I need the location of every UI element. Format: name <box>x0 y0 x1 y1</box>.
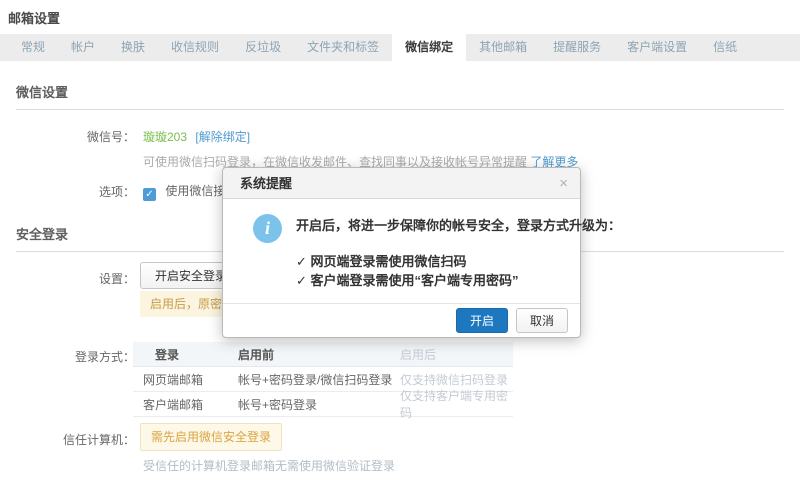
tab-reminder-service[interactable]: 提醒服务 <box>540 34 614 61</box>
tab-folders-labels[interactable]: 文件夹和标签 <box>294 34 392 61</box>
login-table-cell: 仅支持客户端专用密码 <box>400 387 513 421</box>
login-methods-table: 登录 启用前 启用后 网页端邮箱 帐号+密码登录/微信扫码登录 仅支持微信扫码登… <box>133 342 513 417</box>
tab-client-settings[interactable]: 客户端设置 <box>614 34 700 61</box>
settings-label: 设置： <box>0 270 135 287</box>
dialog-list-item: ✓ 网页端登录需使用微信扫码 <box>296 251 467 270</box>
trusted-computer-note: 受信任的计算机登录邮箱无需使用微信验证登录 <box>143 457 395 474</box>
options-label: 选项： <box>0 183 135 200</box>
login-table-cell: 客户端邮箱 <box>133 396 238 413</box>
tab-general[interactable]: 常规 <box>8 34 58 61</box>
wechat-account-label: 微信号： <box>0 128 135 145</box>
login-table-header-before: 启用前 <box>238 346 400 363</box>
tab-wechat-binding[interactable]: 微信绑定 <box>392 34 466 61</box>
confirm-enable-button[interactable]: 开启 <box>456 308 508 333</box>
dialog-list-item: ✓ 客户端登录需使用“客户端专用密码” <box>296 270 519 289</box>
wechat-settings-header: 微信设置 <box>16 82 784 110</box>
table-row: 客户端邮箱 帐号+密码登录 仅支持客户端专用密码 <box>133 392 513 417</box>
system-reminder-dialog: 系统提醒 × i 开启后，将进一步保障你的帐号安全，登录方式升级为： ✓ 网页端… <box>222 167 581 338</box>
wechat-receive-checkbox[interactable]: ✓ <box>143 188 156 201</box>
close-icon[interactable]: × <box>559 168 568 199</box>
login-table-cell: 帐号+密码登录 <box>238 396 400 413</box>
login-table-cell: 帐号+密码登录/微信扫码登录 <box>238 371 400 388</box>
tab-account[interactable]: 帐户 <box>58 34 108 61</box>
tab-stationery[interactable]: 信纸 <box>700 34 750 61</box>
settings-tabbar: 常规 帐户 换肤 收信规则 反垃圾 文件夹和标签 微信绑定 其他邮箱 提醒服务 … <box>0 34 800 61</box>
tab-skin[interactable]: 换肤 <box>108 34 158 61</box>
trusted-computer-badge: 需先启用微信安全登录 <box>140 423 282 451</box>
tab-mail-rules[interactable]: 收信规则 <box>158 34 232 61</box>
cancel-button[interactable]: 取消 <box>516 308 568 333</box>
login-table-cell: 仅支持微信扫码登录 <box>400 371 513 388</box>
login-methods-label: 登录方式： <box>0 348 135 365</box>
tab-other-mail[interactable]: 其他邮箱 <box>466 34 540 61</box>
info-icon: i <box>253 214 282 243</box>
page-title: 邮箱设置 <box>8 8 60 27</box>
login-table-header-after: 启用后 <box>400 346 513 363</box>
login-table-cell: 网页端邮箱 <box>133 371 238 388</box>
unbind-link[interactable]: [解除绑定] <box>195 130 250 144</box>
wechat-account-row: 璇璇203 [解除绑定] <box>143 128 250 145</box>
wechat-account-name: 璇璇203 <box>143 130 187 144</box>
dialog-footer: 开启 取消 <box>223 303 580 337</box>
tab-antispam[interactable]: 反垃圾 <box>232 34 294 61</box>
dialog-body: i 开启后，将进一步保障你的帐号安全，登录方式升级为： ✓ 网页端登录需使用微信… <box>223 199 580 303</box>
dialog-title: 系统提醒 <box>240 168 292 199</box>
trusted-computer-label: 信任计算机： <box>0 431 135 448</box>
login-table-header-login: 登录 <box>133 346 238 363</box>
login-table-header-row: 登录 启用前 启用后 <box>133 342 513 367</box>
dialog-message: 开启后，将进一步保障你的帐号安全，登录方式升级为： <box>296 215 621 234</box>
dialog-header: 系统提醒 × <box>223 168 580 199</box>
